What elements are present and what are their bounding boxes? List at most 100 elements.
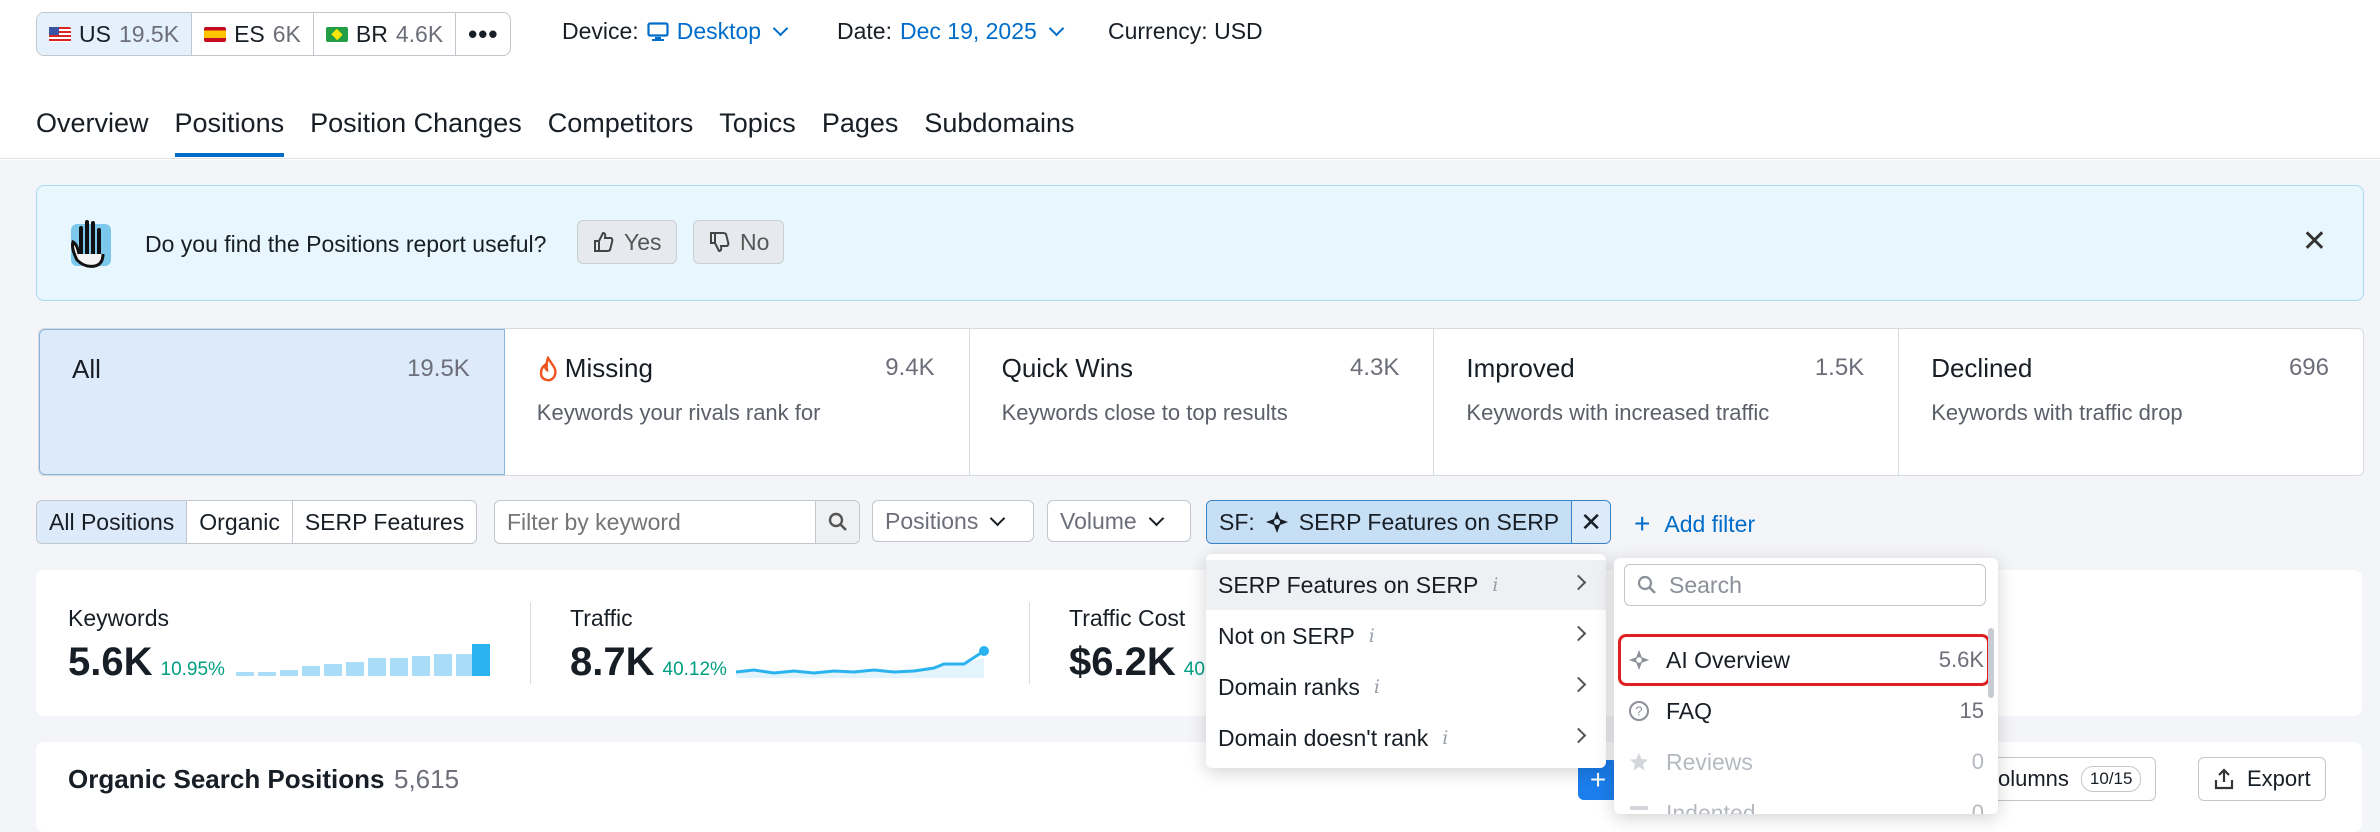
database-us[interactable]: US 19.5K <box>37 13 193 55</box>
positions-label: Positions <box>885 507 979 534</box>
export-icon <box>2214 768 2234 790</box>
menu-item-not-on-serp[interactable]: Not on SERP i <box>1206 611 1606 661</box>
feedback-no-label: No <box>740 228 770 255</box>
card-missing[interactable]: Missing 9.4K Keywords your rivals rank f… <box>505 329 970 475</box>
tab-topics[interactable]: Topics <box>719 108 796 157</box>
indented-icon <box>1628 802 1650 814</box>
section-count: 5,615 <box>394 764 460 794</box>
export-button[interactable]: Export <box>2198 757 2326 801</box>
segment-all-positions[interactable]: All Positions <box>37 501 188 543</box>
database-es[interactable]: ES 6K <box>192 13 314 55</box>
metric-change: 40.12% <box>662 659 727 680</box>
keywords-metric: Keywords 5.6K 10.95% <box>68 605 225 685</box>
database-count: 19.5K <box>118 20 180 47</box>
tab-position-changes[interactable]: Position Changes <box>310 108 522 157</box>
star-icon <box>1628 751 1650 773</box>
volume-label: Volume <box>1060 507 1137 534</box>
close-banner-icon[interactable]: ✕ <box>2302 224 2327 259</box>
tab-positions[interactable]: Positions <box>174 108 285 157</box>
database-count: 6K <box>272 20 301 47</box>
sf-prefix: SF: <box>1219 508 1255 535</box>
tab-competitors[interactable]: Competitors <box>548 108 694 157</box>
menu-item-label: SERP Features on SERP <box>1218 571 1479 598</box>
raised-hand-icon <box>71 220 111 268</box>
menu-scrollbar[interactable] <box>1988 628 1994 698</box>
currency-display: Currency: USD <box>1108 18 1263 45</box>
feature-item-ai-overview[interactable]: AI Overview 5.6K <box>1614 635 1998 685</box>
metric-label: Keywords <box>68 605 169 631</box>
tab-overview[interactable]: Overview <box>36 108 149 157</box>
database-br[interactable]: BR 4.6K <box>314 13 457 55</box>
date-selector[interactable]: Date: Dec 19, 2025 <box>837 18 1068 45</box>
feedback-question: Do you find the Positions report useful? <box>145 231 547 257</box>
menu-item-label: Not on SERP <box>1218 622 1355 649</box>
menu-item-domain-ranks[interactable]: Domain ranks i <box>1206 662 1606 712</box>
plus-icon: + <box>1634 508 1651 539</box>
card-quick-wins[interactable]: Quick Wins 4.3K Keywords close to top re… <box>970 329 1435 475</box>
chevron-down-icon <box>990 510 1006 526</box>
chevron-right-icon <box>1570 574 1587 591</box>
ai-sparkle-icon <box>1265 511 1288 533</box>
serp-features-filter-button[interactable]: SF: SERP Features on SERP <box>1207 501 1572 543</box>
metric-change: 10.95% <box>160 659 225 680</box>
date-value: Dec 19, 2025 <box>899 18 1037 44</box>
traffic-cost-metric: Traffic Cost $6.2K 40 <box>1069 605 1205 685</box>
search-icon <box>828 512 847 531</box>
remove-filter-icon[interactable]: ✕ <box>1571 501 1611 543</box>
menu-item-serp-features-on-serp[interactable]: SERP Features on SERP i <box>1206 560 1606 610</box>
keyword-search-button[interactable] <box>815 501 859 543</box>
tab-subdomains[interactable]: Subdomains <box>924 108 1074 157</box>
br-flag-icon <box>325 26 348 42</box>
feature-search-field[interactable]: Search <box>1624 564 1986 606</box>
feedback-yes-button[interactable]: Yes <box>577 220 677 264</box>
chevron-down-icon <box>772 20 789 37</box>
thumbs-down-icon <box>710 232 730 253</box>
database-code: ES <box>234 20 265 47</box>
database-count: 4.6K <box>395 20 444 47</box>
svg-text:?: ? <box>1635 704 1642 719</box>
device-selector[interactable]: Device: Desktop <box>562 18 792 45</box>
volume-dropdown[interactable]: Volume <box>1047 500 1191 542</box>
more-databases-button[interactable]: ••• <box>456 13 510 55</box>
tab-pages[interactable]: Pages <box>822 108 899 157</box>
keyword-filter-input[interactable] <box>495 501 815 543</box>
feature-count: 0 <box>1971 749 1984 774</box>
card-title: Quick Wins <box>1001 353 1134 383</box>
question-icon: ? <box>1628 700 1650 722</box>
feature-label: Reviews <box>1666 748 1753 775</box>
feature-count: 5.6K <box>1938 647 1984 672</box>
menu-item-domain-doesnt-rank[interactable]: Domain doesn't rank i <box>1206 713 1606 763</box>
date-label: Date: <box>837 18 892 44</box>
export-label: Export <box>2247 766 2311 791</box>
card-declined[interactable]: Declined 696 Keywords with traffic drop <box>1899 329 2363 475</box>
chevron-right-icon <box>1570 676 1587 693</box>
serp-features-filter-chip: SF: SERP Features on SERP ✕ <box>1206 500 1612 544</box>
section-title: Organic Search Positions <box>68 764 385 794</box>
chevron-down-icon <box>1148 510 1164 526</box>
feature-item-reviews: Reviews 0 <box>1614 737 1998 787</box>
card-improved[interactable]: Improved 1.5K Keywords with increased tr… <box>1434 329 1900 475</box>
traffic-metric: Traffic 8.7K 40.12% <box>570 605 727 685</box>
database-code: BR <box>355 20 388 47</box>
card-all[interactable]: All 19.5K <box>39 329 505 475</box>
positions-dropdown[interactable]: Positions <box>872 500 1034 542</box>
columns-badge: 10/15 <box>2080 766 2142 792</box>
serp-feature-list-menu: Search AI Overview 5.6K ? FAQ 15 Reviews… <box>1614 558 1998 814</box>
tabs-divider <box>0 158 2380 159</box>
position-category-cards: All 19.5K Missing 9.4K Keywords your riv… <box>38 328 2364 476</box>
feature-item-faq[interactable]: ? FAQ 15 <box>1614 686 1998 736</box>
feedback-no-button[interactable]: No <box>693 220 785 264</box>
segment-organic[interactable]: Organic <box>187 501 293 543</box>
add-filter-button[interactable]: + Add filter <box>1634 508 1755 540</box>
card-count: 4.3K <box>1350 354 1400 381</box>
card-subtitle: Keywords your rivals rank for <box>536 400 821 425</box>
card-subtitle: Keywords with traffic drop <box>1931 400 2183 425</box>
card-count: 19.5K <box>407 355 470 382</box>
card-subtitle: Keywords with increased traffic <box>1466 400 1770 425</box>
fire-icon <box>539 355 557 381</box>
feedback-banner: Do you find the Positions report useful?… <box>36 185 2364 301</box>
keywords-bar-sparkline <box>236 644 490 676</box>
segment-serp-features[interactable]: SERP Features <box>293 501 476 543</box>
more-icon: ••• <box>468 18 499 49</box>
manage-columns-button[interactable]: columns 10/15 <box>1972 757 2157 801</box>
